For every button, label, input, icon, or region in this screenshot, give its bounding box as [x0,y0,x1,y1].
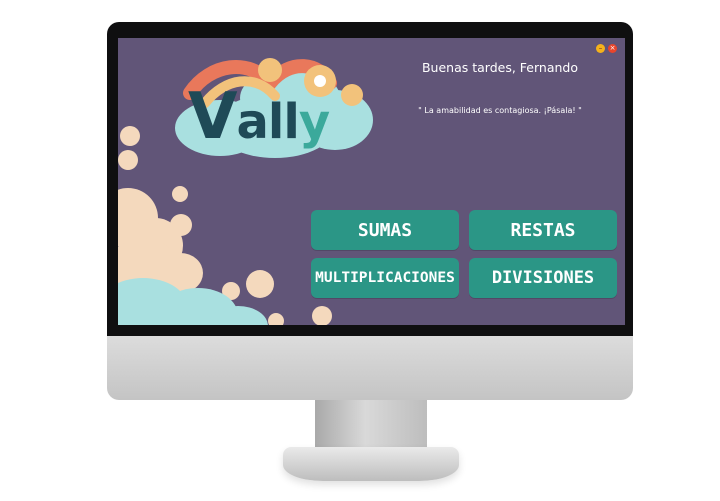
minimize-button[interactable]: – [596,44,605,53]
decor-bubble [268,313,284,325]
close-button[interactable]: × [608,44,617,53]
close-icon: × [609,44,616,52]
app-logo: Vally [188,82,363,152]
decor-bubble [172,186,188,202]
decor-bubble [120,126,140,146]
logo-letters-all: all [236,94,300,150]
restas-button[interactable]: RESTAS [469,210,617,250]
decor-bubble [246,270,274,298]
multiplicaciones-button[interactable]: MULTIPLICACIONES [311,258,459,298]
divisiones-label: DIVISIONES [491,268,595,288]
greeting-text: Buenas tardes, Fernando [421,60,579,75]
monitor-stand-neck [315,400,427,452]
restas-label: RESTAS [510,219,576,241]
monitor-stand-foot [283,447,459,481]
sumas-label: SUMAS [357,219,413,241]
decor-bubble [312,306,332,325]
logo-letter-y: y [298,94,330,150]
decor-bubble [118,150,138,170]
minimize-icon: – [598,44,603,52]
sumas-button[interactable]: SUMAS [311,210,459,250]
multiplicaciones-label: MULTIPLICACIONES [315,270,455,286]
app-window: Vally – × Buenas tardes, Fernando " La a… [118,38,625,325]
desktop-scene: Vally – × Buenas tardes, Fernando " La a… [0,0,720,501]
logo-letter-v: V [188,80,238,154]
quote-text: " La amabilidad es contagiosa. ¡Pásala! … [418,106,582,115]
divisiones-button[interactable]: DIVISIONES [469,258,617,298]
window-controls: – × [596,44,617,53]
monitor-chin [107,336,633,400]
